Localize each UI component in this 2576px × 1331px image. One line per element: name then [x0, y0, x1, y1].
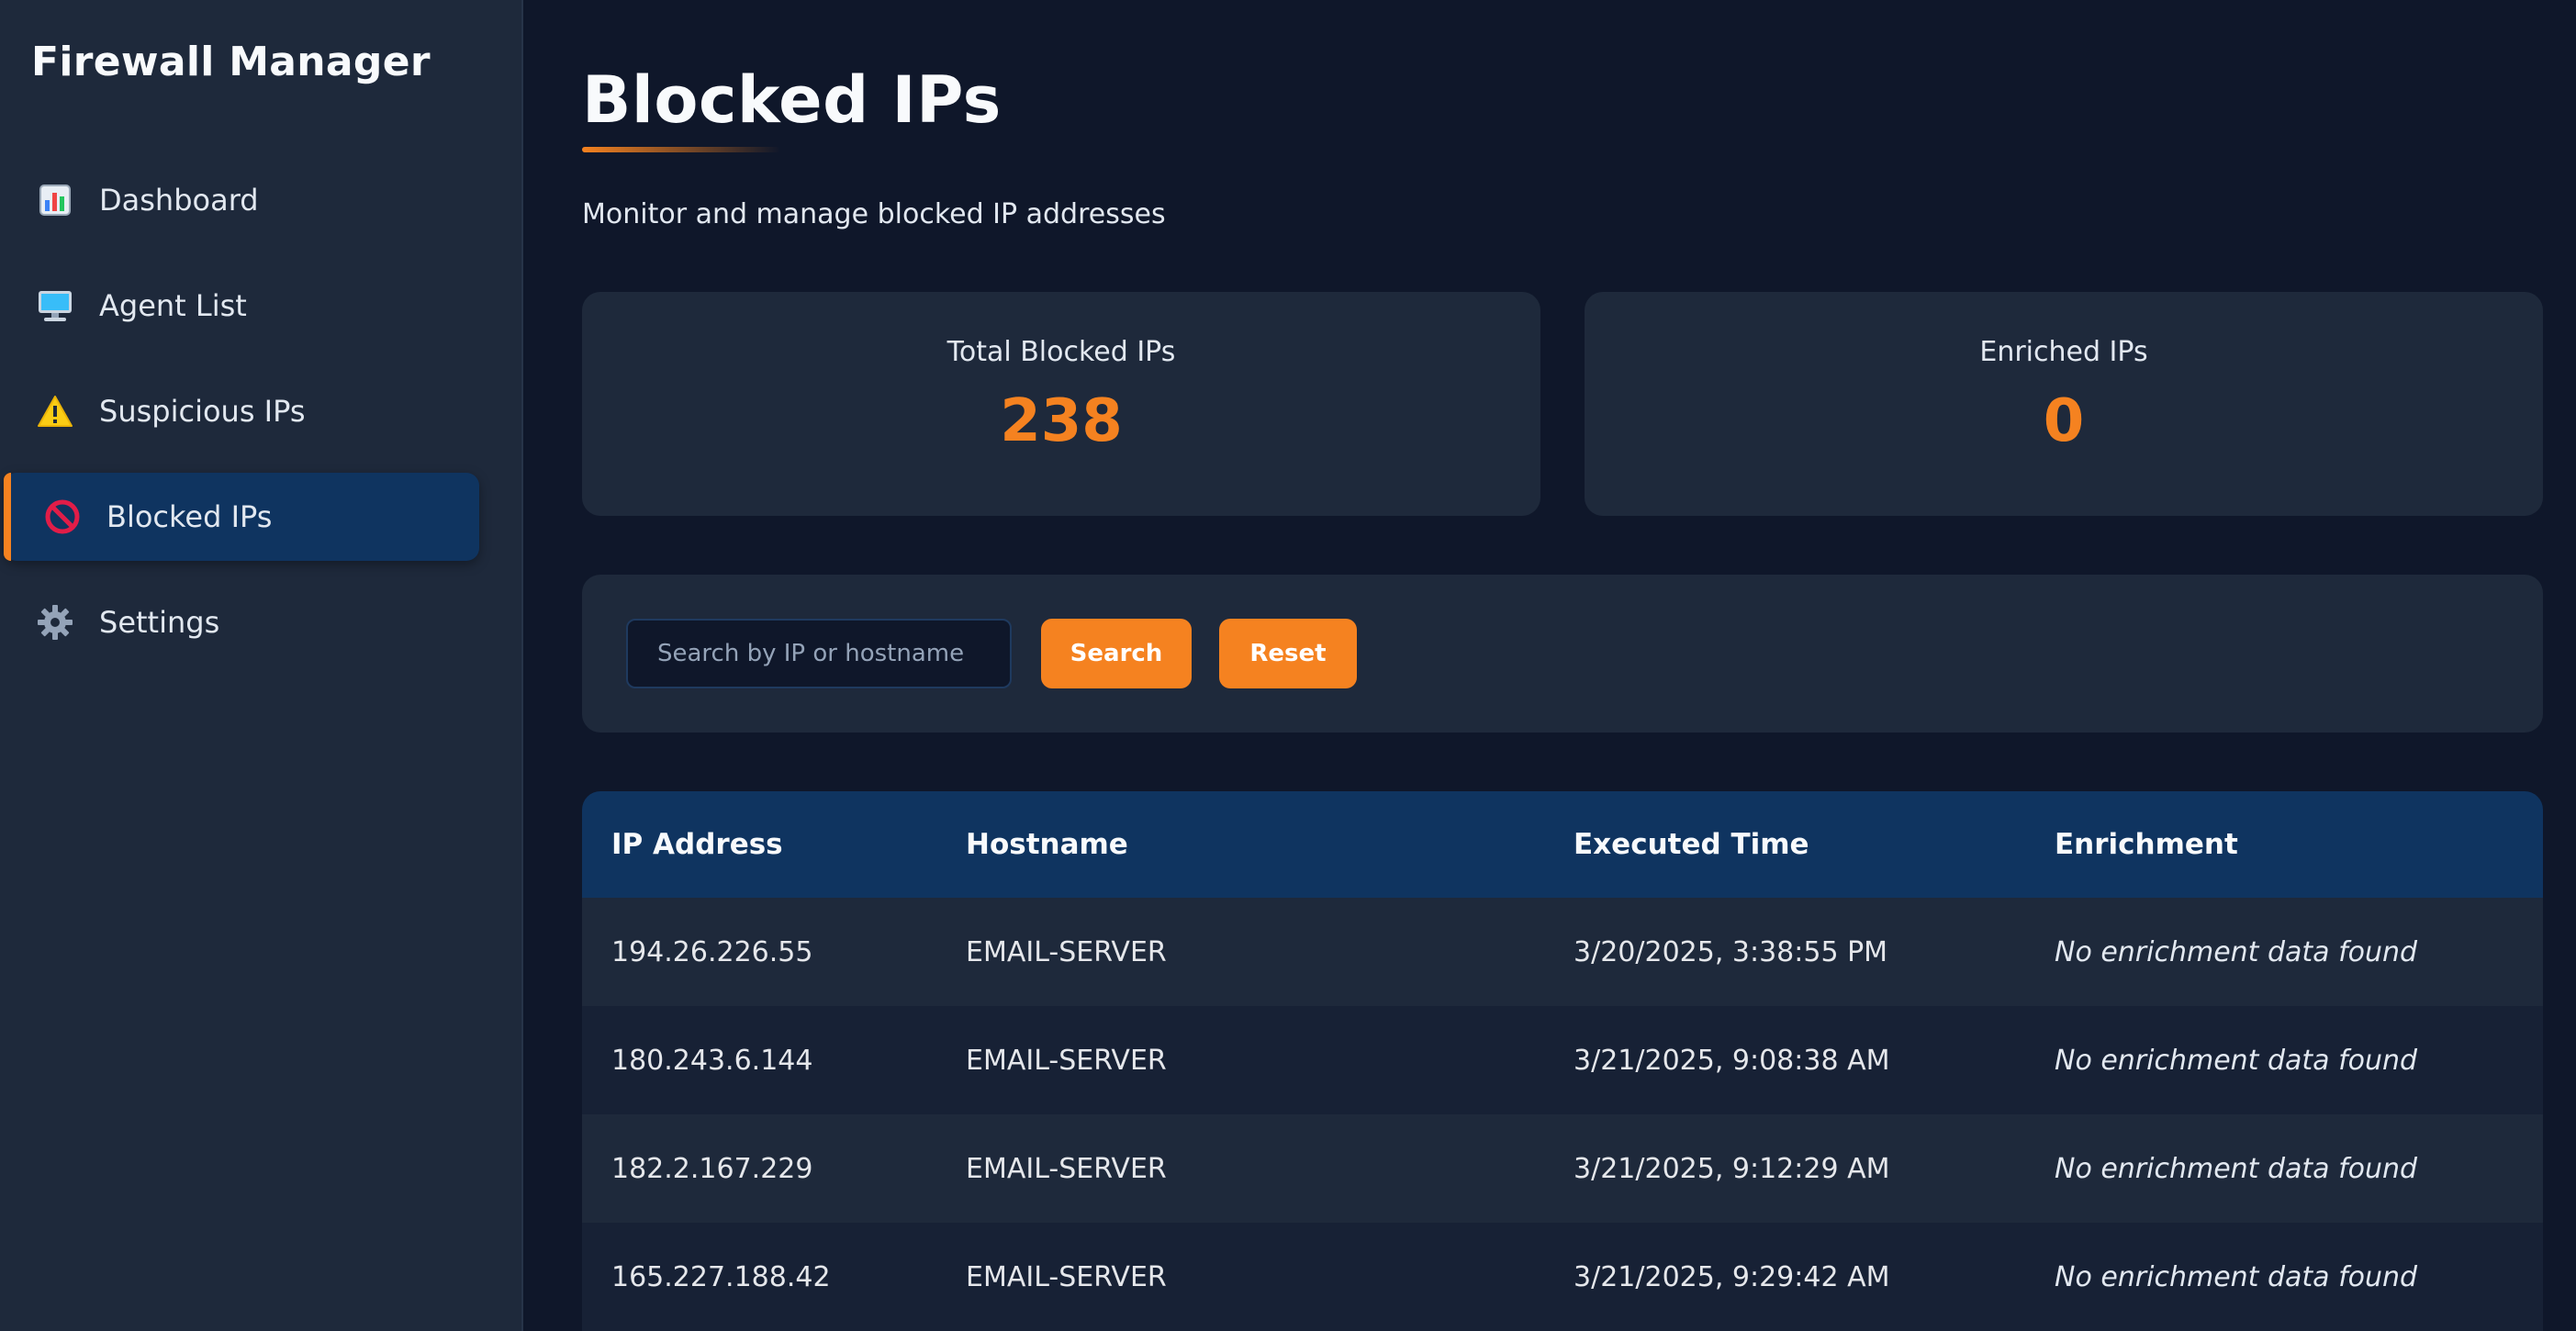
bar-chart-icon: [37, 182, 73, 218]
reset-button[interactable]: Reset: [1219, 619, 1357, 688]
table-row[interactable]: 194.26.226.55 EMAIL-SERVER 3/20/2025, 3:…: [582, 898, 2543, 1006]
cell-enrichment: No enrichment data found: [2055, 935, 2418, 968]
column-header-executed-time: Executed Time: [1574, 828, 1809, 861]
sidebar-item-label: Blocked IPs: [106, 499, 273, 534]
cell-ip: 182.2.167.229: [611, 1152, 813, 1185]
sidebar-item-dashboard[interactable]: Dashboard: [4, 156, 479, 244]
cell-enrichment: No enrichment data found: [2055, 1152, 2418, 1185]
sidebar: Firewall Manager Dashboard Agent List Su…: [0, 0, 523, 1331]
prohibited-icon: [44, 498, 81, 535]
stat-label: Total Blocked IPs: [946, 336, 1176, 368]
search-input[interactable]: [626, 619, 1012, 688]
sidebar-item-agent-list[interactable]: Agent List: [4, 262, 479, 350]
stat-value: 238: [1000, 387, 1123, 455]
column-header-enrichment: Enrichment: [2055, 828, 2238, 861]
cell-executed-time: 3/21/2025, 9:29:42 AM: [1574, 1260, 1890, 1293]
sidebar-item-label: Dashboard: [99, 183, 259, 218]
table-row[interactable]: 180.243.6.144 EMAIL-SERVER 3/21/2025, 9:…: [582, 1006, 2543, 1114]
sidebar-nav: Dashboard Agent List Suspicious IPs Bloc…: [0, 156, 523, 684]
stat-card-total-blocked: Total Blocked IPs 238: [582, 292, 1540, 516]
sidebar-item-settings[interactable]: Settings: [4, 578, 479, 666]
cell-executed-time: 3/20/2025, 3:38:55 PM: [1574, 935, 1888, 968]
table-row[interactable]: 165.227.188.42 EMAIL-SERVER 3/21/2025, 9…: [582, 1223, 2543, 1331]
stat-card-enriched: Enriched IPs 0: [1585, 292, 2543, 516]
column-header-ip: IP Address: [611, 828, 783, 861]
stat-label: Enriched IPs: [1979, 336, 2148, 368]
cell-hostname: EMAIL-SERVER: [966, 1044, 1167, 1077]
title-underline: [582, 147, 780, 152]
brand-title: Firewall Manager: [31, 39, 431, 85]
cell-enrichment: No enrichment data found: [2055, 1044, 2418, 1077]
cell-enrichment: No enrichment data found: [2055, 1260, 2418, 1293]
search-button[interactable]: Search: [1041, 619, 1192, 688]
page-subtitle: Monitor and manage blocked IP addresses: [582, 198, 1166, 230]
sidebar-item-label: Agent List: [99, 288, 247, 323]
blocked-ips-table: IP Address Hostname Executed Time Enrich…: [582, 791, 2543, 1331]
sidebar-item-label: Settings: [99, 605, 220, 640]
cell-hostname: EMAIL-SERVER: [966, 1152, 1167, 1185]
sidebar-item-suspicious-ips[interactable]: Suspicious IPs: [4, 367, 479, 455]
column-header-hostname: Hostname: [966, 828, 1128, 861]
table-header-row: IP Address Hostname Executed Time Enrich…: [582, 791, 2543, 898]
search-panel: Search Reset: [582, 575, 2543, 733]
warning-icon: [37, 393, 73, 430]
stat-value: 0: [2043, 387, 2085, 455]
page-title: Blocked IPs: [582, 62, 1002, 138]
cell-hostname: EMAIL-SERVER: [966, 1260, 1167, 1293]
gear-icon: [37, 604, 73, 641]
cell-executed-time: 3/21/2025, 9:08:38 AM: [1574, 1044, 1890, 1077]
cell-ip: 165.227.188.42: [611, 1260, 831, 1293]
cell-hostname: EMAIL-SERVER: [966, 935, 1167, 968]
sidebar-item-blocked-ips[interactable]: Blocked IPs: [4, 473, 479, 561]
table-row[interactable]: 182.2.167.229 EMAIL-SERVER 3/21/2025, 9:…: [582, 1114, 2543, 1223]
cell-ip: 180.243.6.144: [611, 1044, 813, 1077]
cell-executed-time: 3/21/2025, 9:12:29 AM: [1574, 1152, 1890, 1185]
app-window: Firewall Manager Dashboard Agent List Su…: [0, 0, 2576, 1331]
monitor-icon: [37, 287, 73, 324]
sidebar-item-label: Suspicious IPs: [99, 394, 306, 429]
cell-ip: 194.26.226.55: [611, 935, 813, 968]
